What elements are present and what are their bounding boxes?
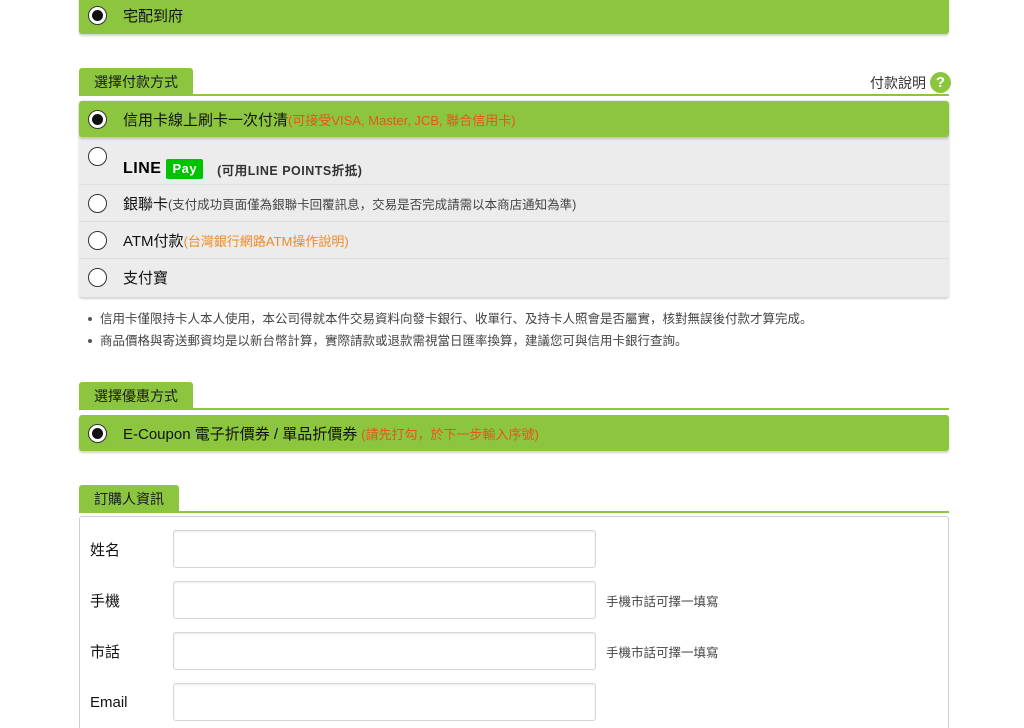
shipping-option-label: 宅配到府: [123, 7, 184, 25]
payment-option-unionpay[interactable]: 銀聯卡 (支付成功頁面僅為銀聯卡回覆訊息，交易是否完成請需以本商店通知為準): [79, 185, 949, 221]
atm-label: ATM付款: [123, 232, 184, 250]
ecoupon-note: (請先打勾，於下一步輸入序號): [361, 426, 539, 442]
payment-option-alipay[interactable]: 支付寶: [79, 259, 949, 295]
mobile-row: 手機 手機市話可擇一填寫: [90, 581, 719, 619]
line-pay-logo-text: LINE: [123, 160, 162, 177]
payment-help-label: 付款說明: [870, 74, 926, 91]
landline-input[interactable]: [173, 632, 596, 670]
list-item: 信用卡僅限持卡人本人使用，本公司得就本件交易資料向發卡銀行、收單行、及持卡人照會…: [88, 311, 813, 333]
unionpay-note: (支付成功頁面僅為銀聯卡回覆訊息，交易是否完成請需以本商店通知為準): [168, 197, 577, 212]
atm-help-link[interactable]: (台灣銀行網路ATM操作說明): [184, 231, 349, 250]
email-input[interactable]: [173, 683, 596, 721]
landline-row: 市話 手機市話可擇一填寫: [90, 632, 719, 670]
line-pay-badge: Pay: [166, 159, 204, 179]
buyer-section-line: [79, 511, 949, 513]
payment-option-credit-card[interactable]: 信用卡線上刷卡一次付清 (可接受VISA, Master, JCB, 聯合信用卡…: [79, 101, 949, 137]
alipay-radio[interactable]: [88, 267, 107, 287]
payment-section-tab: 選擇付款方式: [79, 68, 193, 96]
buyer-section-tab: 訂購人資訊: [79, 485, 179, 513]
mobile-input[interactable]: [173, 581, 596, 619]
email-row: Email: [90, 683, 596, 721]
credit-card-label: 信用卡線上刷卡一次付清: [123, 111, 289, 129]
payment-notes-list: 信用卡僅限持卡人本人使用，本公司得就本件交易資料向發卡銀行、收單行、及持卡人照會…: [88, 311, 813, 355]
unionpay-radio[interactable]: [88, 193, 107, 213]
unionpay-label: 銀聯卡: [123, 195, 169, 213]
line-pay-logo: LINE Pay (可用LINE POINTS折抵): [123, 159, 362, 179]
landline-hint: 手機市話可擇一填寫: [606, 645, 719, 660]
landline-label: 市話: [90, 643, 121, 661]
discount-section-tab: 選擇優惠方式: [79, 382, 193, 410]
shipping-option-home-delivery[interactable]: 宅配到府: [79, 0, 949, 34]
line-pay-radio[interactable]: [88, 147, 107, 166]
question-icon[interactable]: ?: [930, 72, 951, 93]
discount-option-ecoupon[interactable]: E-Coupon 電子折價券 / 單品折價券 (請先打勾，於下一步輸入序號): [79, 415, 949, 451]
list-item: 商品價格與寄送郵資均是以新台幣計算，實際請款或退款需視當日匯率換算，建議您可與信…: [88, 333, 813, 355]
ecoupon-label: E-Coupon 電子折價券 / 單品折價券: [123, 425, 358, 443]
checkout-page: 宅配到府 選擇付款方式 付款說明 ? 信用卡線上刷卡一次付清 (可接受VISA,…: [0, 0, 1024, 728]
payment-option-line-pay[interactable]: LINE Pay (可用LINE POINTS折抵): [79, 137, 949, 183]
line-pay-note: (可用LINE POINTS折抵): [217, 163, 363, 178]
payment-option-atm[interactable]: ATM付款 (台灣銀行網路ATM操作說明): [79, 222, 949, 258]
payment-help-link[interactable]: 付款說明 ?: [870, 72, 951, 93]
mobile-label: 手機: [90, 592, 121, 610]
email-label: Email: [90, 693, 128, 711]
shipping-radio[interactable]: [88, 5, 107, 25]
ecoupon-radio[interactable]: [88, 423, 107, 443]
credit-card-radio[interactable]: [88, 109, 107, 129]
name-label: 姓名: [90, 541, 121, 559]
payment-section-line: [79, 94, 949, 96]
atm-radio[interactable]: [88, 230, 107, 250]
alipay-label: 支付寶: [123, 269, 169, 287]
name-row: 姓名: [90, 530, 596, 568]
mobile-hint: 手機市話可擇一填寫: [606, 594, 719, 609]
credit-card-note: (可接受VISA, Master, JCB, 聯合信用卡): [288, 112, 516, 128]
name-input[interactable]: [173, 530, 596, 568]
discount-section-line: [79, 408, 949, 410]
